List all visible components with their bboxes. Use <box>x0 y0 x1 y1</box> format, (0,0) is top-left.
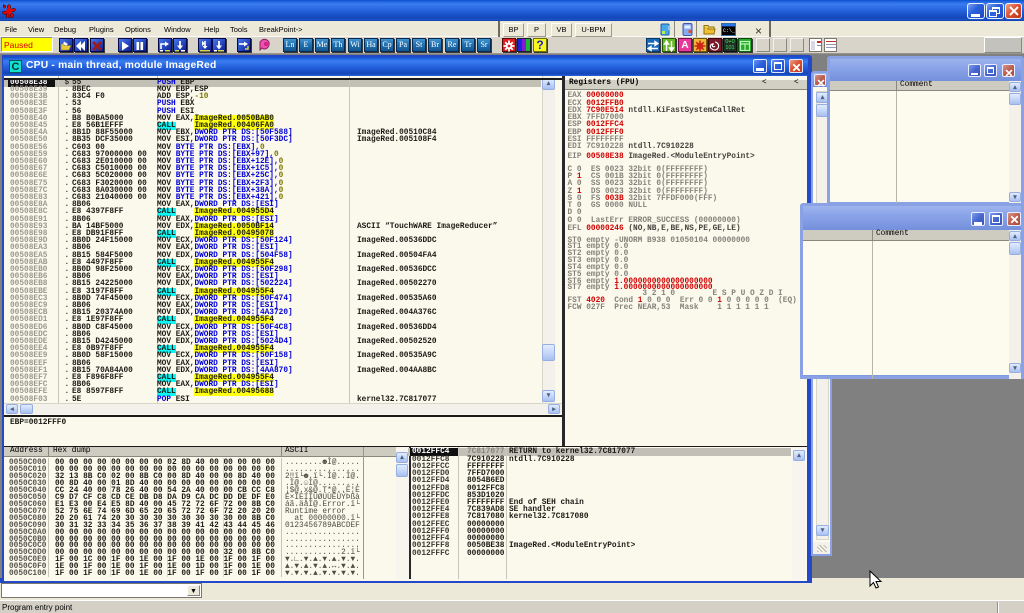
svg-text:C:\_: C:\_ <box>723 28 736 34</box>
